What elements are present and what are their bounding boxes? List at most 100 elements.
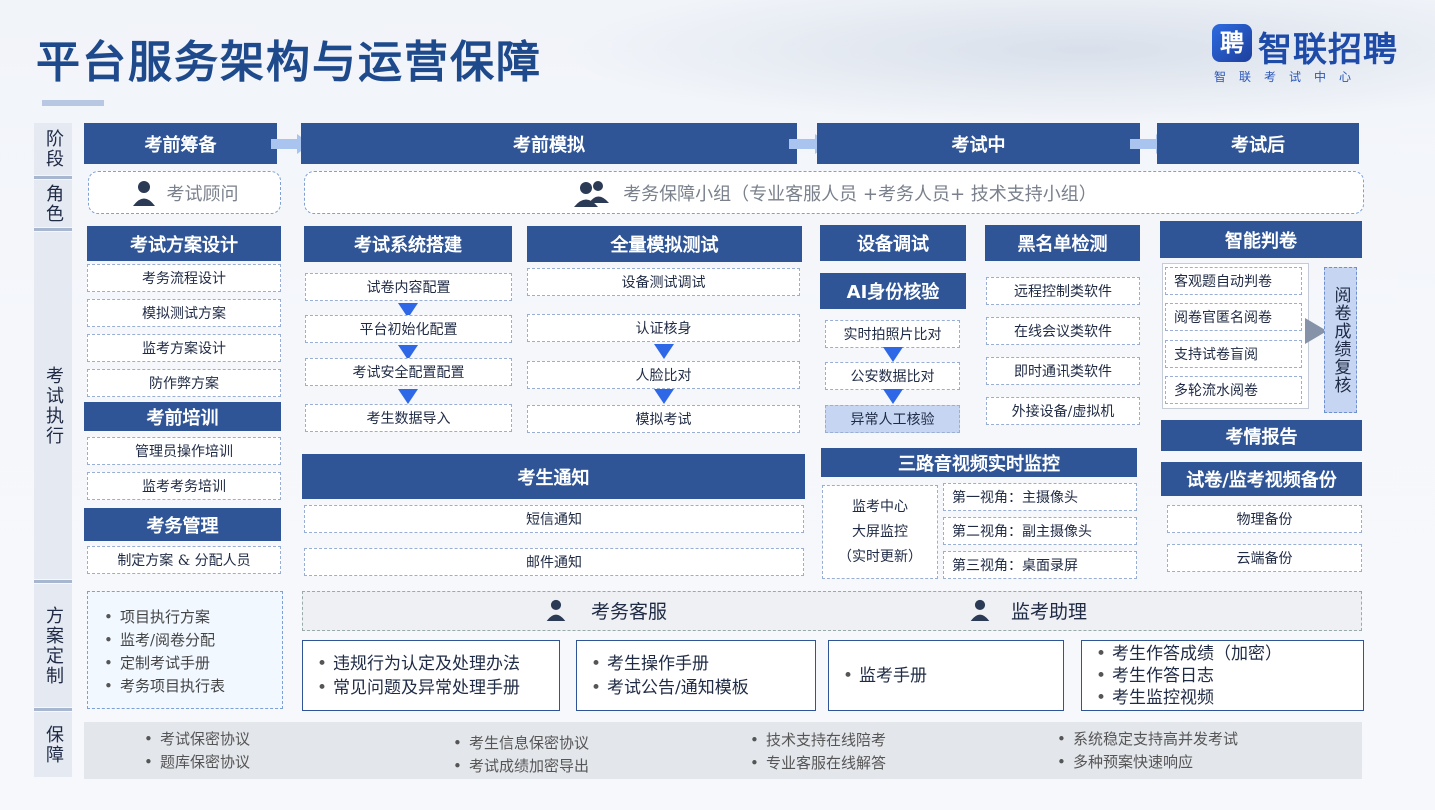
role-consultant: 考试顾问 (88, 171, 281, 214)
side-separator (34, 708, 72, 711)
list-item: 阅卷官匿名阅卷 (1165, 303, 1302, 331)
guard-col: 技术支持在线陪考 专业客服在线解答 (748, 729, 886, 775)
backup-title: 试卷/监考视频备份 (1161, 462, 1362, 496)
list-item: 制定方案 & 分配人员 (87, 546, 281, 574)
team-icon (574, 180, 610, 207)
logo-icon: 聘 (1212, 24, 1252, 62)
list-item: 即时通讯类软件 (986, 357, 1140, 385)
list-item: 第三视角：桌面录屏 (943, 551, 1137, 579)
list-item: 考试安全配置配置 (305, 358, 512, 386)
list-item: 系统稳定支持高并发考试 (1055, 728, 1238, 751)
plan-list: 项目执行方案 监考/阅卷分配 定制考试手册 考务项目执行表 (87, 591, 283, 709)
list-item: 定制考试手册 (102, 652, 282, 675)
guard-col: 考试保密协议 题库保密协议 (142, 728, 250, 774)
list-item: 常见问题及异常处理手册 (315, 676, 520, 700)
list-item: 考生数据导入 (305, 404, 512, 432)
side-separator (34, 176, 72, 179)
list-item: 客观题自动判卷 (1165, 267, 1302, 295)
side-label-stage: 阶段 (34, 123, 72, 175)
list-item: 考生作答成绩（加密） (1094, 643, 1282, 665)
grading-title: 智能判卷 (1160, 221, 1362, 258)
notice-title: 考生通知 (302, 454, 805, 499)
list-item: 在线会议类软件 (986, 317, 1140, 345)
stage-simulation: 考前模拟 (301, 123, 797, 164)
list-item: 考务项目执行表 (102, 675, 282, 698)
list-item: 监考方案设计 (87, 334, 281, 362)
list-item: 监考手册 (841, 664, 927, 688)
doc-box: 考生作答成绩（加密） 考生作答日志 考生监控视频 (1081, 640, 1364, 711)
list-item: 考生操作手册 (589, 652, 749, 676)
side-separator (34, 228, 72, 231)
list-item: 公安数据比对 (825, 362, 960, 390)
list-item: 考生监控视频 (1094, 687, 1282, 709)
list-item: 考试公告/通知模板 (589, 676, 749, 700)
design-title: 考试方案设计 (87, 226, 281, 261)
list-item: 考务流程设计 (87, 264, 281, 292)
list-item: 考试成绩加密导出 (451, 755, 589, 778)
list-item: 模拟测试方案 (87, 299, 281, 327)
list-item: 技术支持在线陪考 (748, 729, 886, 752)
list-item: 防作弊方案 (87, 369, 281, 397)
list-item: 外接设备/虚拟机 (986, 397, 1140, 425)
list-item: 试卷内容配置 (305, 273, 512, 301)
person-icon (132, 180, 155, 206)
list-item: 人脸比对 (527, 361, 800, 389)
report-title: 考情报告 (1161, 420, 1362, 451)
list-item: 项目执行方案 (102, 606, 282, 629)
list-item: 监考/阅卷分配 (102, 629, 282, 652)
full-test-title: 全量模拟测试 (527, 226, 802, 262)
list-item: 第二视角：副主摄像头 (943, 517, 1137, 545)
list-item: 实时拍照片比对 (825, 320, 960, 348)
list-item: 多种预案快速响应 (1055, 751, 1238, 774)
side-label-execution: 考试执行 (34, 232, 72, 579)
list-item: 设备测试调试 (527, 268, 800, 296)
support-strip (302, 591, 1362, 631)
list-item: 认证核身 (527, 314, 800, 342)
list-item: 邮件通知 (304, 548, 804, 576)
list-item: 考生作答日志 (1094, 665, 1282, 687)
list-item: 第一视角：主摄像头 (943, 483, 1137, 511)
doc-box: 监考手册 (828, 640, 1064, 711)
doc-box: 违规行为认定及处理办法 常见问题及异常处理手册 (302, 640, 560, 711)
mgmt-title: 考务管理 (84, 508, 281, 541)
list-item: 考生信息保密协议 (451, 732, 589, 755)
list-item: 多轮流水阅卷 (1165, 376, 1302, 404)
guard-col: 系统稳定支持高并发考试 多种预案快速响应 (1055, 728, 1238, 774)
list-item: 短信通知 (304, 505, 804, 533)
side-label-role: 角色 (34, 180, 72, 227)
ai-title: AI身份核验 (820, 273, 966, 309)
role-team: 考务保障小组（专业客服人员 +考务人员+ 技术支持小组） (304, 171, 1364, 214)
stage-prep: 考前筹备 (84, 123, 277, 164)
list-item: 云端备份 (1167, 544, 1362, 572)
monitor-title: 三路音视频实时监控 (821, 448, 1137, 477)
arrow-down-icon (654, 389, 674, 404)
list-item: 管理员操作培训 (87, 437, 281, 465)
arrow-down-icon (883, 347, 903, 362)
list-item: 违规行为认定及处理办法 (315, 652, 520, 676)
support-service: 考务客服 (545, 596, 667, 624)
person-icon (546, 599, 566, 621)
logo-subtitle: 智联考试中心 (1214, 70, 1365, 84)
stage-during: 考试中 (817, 123, 1140, 164)
side-label-guard: 保障 (34, 712, 72, 777)
training-title: 考前培训 (84, 402, 281, 431)
person-icon (970, 599, 990, 621)
support-assist: 监考助理 (969, 596, 1087, 624)
list-item: 专业客服在线解答 (748, 752, 886, 775)
build-title: 考试系统搭建 (304, 226, 512, 262)
list-item: 物理备份 (1167, 505, 1362, 533)
title-underline (42, 100, 104, 106)
list-item: 支持试卷盲阅 (1165, 340, 1302, 368)
monitor-center: 监考中心 大屏监控 （实时更新） (822, 485, 938, 579)
list-item-highlight: 异常人工核验 (825, 405, 960, 433)
list-item: 监考考务培训 (87, 472, 281, 500)
stage-after: 考试后 (1157, 123, 1359, 164)
list-item: 考试保密协议 (142, 728, 250, 751)
device-title: 设备调试 (820, 225, 966, 261)
list-item: 题库保密协议 (142, 751, 250, 774)
blacklist-title: 黑名单检测 (985, 225, 1140, 261)
guard-col: 考生信息保密协议 考试成绩加密导出 (451, 732, 589, 778)
arrow-down-icon (398, 389, 418, 404)
list-item: 平台初始化配置 (305, 315, 512, 343)
doc-box: 考生操作手册 考试公告/通知模板 (576, 640, 816, 711)
